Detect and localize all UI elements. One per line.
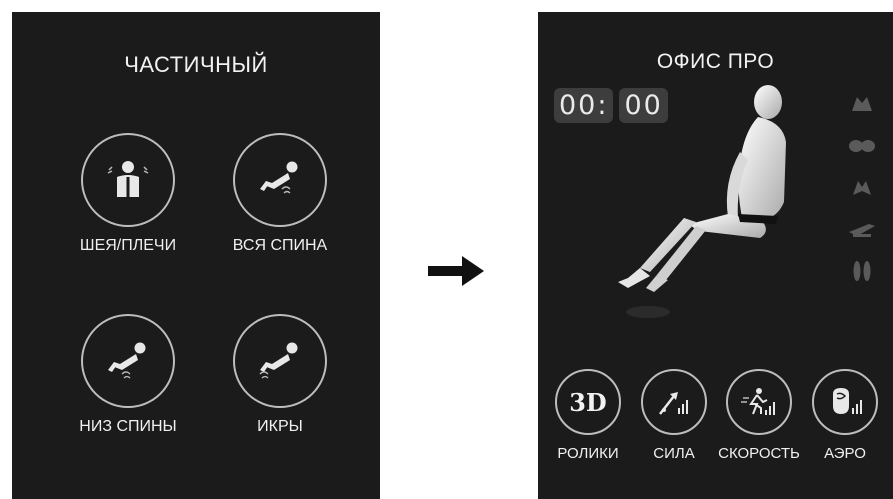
control-label: РОЛИКИ <box>557 445 619 462</box>
mode-button-neck-shoulders[interactable]: ШЕЯ/ПЛЕЧИ <box>53 133 203 255</box>
panel-title: ЧАСТИЧНЫЙ <box>124 52 268 77</box>
control-circle <box>726 369 792 435</box>
panel-title: ОФИС ПРО <box>656 50 775 73</box>
control-circle <box>812 369 878 435</box>
intensity-icon <box>659 392 688 415</box>
control-label: СИЛА <box>653 445 695 462</box>
control-circle <box>641 369 707 435</box>
mode-label: ВСЯ СПИНА <box>232 237 328 254</box>
control-button-rollers[interactable]: 3D РОЛИКИ <box>543 369 633 462</box>
mode-label: ИКРЫ <box>257 418 303 435</box>
mode-circle <box>81 133 175 227</box>
body-area-indicators <box>845 88 879 298</box>
back-area-icon <box>845 172 879 202</box>
control-button-intensity[interactable]: СИЛА <box>629 369 719 462</box>
mode-label: НИЗ СПИНЫ <box>79 418 177 435</box>
air-icon <box>833 388 862 414</box>
shoulder-area-icon <box>845 130 879 160</box>
control-label: АЭРО <box>824 445 866 462</box>
mode-circle <box>233 133 327 227</box>
speed-icon <box>741 388 775 415</box>
control-button-speed[interactable]: СКОРОСТЬ <box>714 369 804 462</box>
rollers-3d-text: 3D <box>569 387 607 417</box>
seated-body-figure <box>618 85 786 318</box>
head-area-icon <box>845 88 879 118</box>
arrow-right-icon <box>428 256 484 286</box>
mode-button-lower-back[interactable]: НИЗ СПИНЫ <box>53 314 203 436</box>
seat-area-icon <box>845 214 879 244</box>
lower-back-icon <box>108 342 146 379</box>
control-button-air[interactable]: АЭРО <box>800 369 890 462</box>
mode-circle <box>81 314 175 408</box>
control-label: СКОРОСТЬ <box>718 445 800 462</box>
calves-icon <box>259 342 298 379</box>
mode-label: ШЕЯ/ПЛЕЧИ <box>79 237 177 254</box>
feet-area-icon <box>845 256 879 286</box>
neck-shoulder-icon <box>107 161 149 197</box>
mode-circle <box>233 314 327 408</box>
full-back-icon <box>260 161 298 194</box>
mode-button-calves[interactable]: ИКРЫ <box>205 314 355 436</box>
rollers-3d-icon: 3D <box>555 369 621 435</box>
partial-mode-panel: ЧАСТИЧНЫЙ ШЕЯ/ПЛЕЧИ ВСЯ СПИНА НИЗ СПИНЫ … <box>12 12 380 499</box>
mode-button-full-back[interactable]: ВСЯ СПИНА <box>205 133 355 255</box>
office-pro-panel: ОФИС ПРО 00: 00 3D РОЛИКИ СИЛА СКОРОСТЬ … <box>538 12 893 499</box>
